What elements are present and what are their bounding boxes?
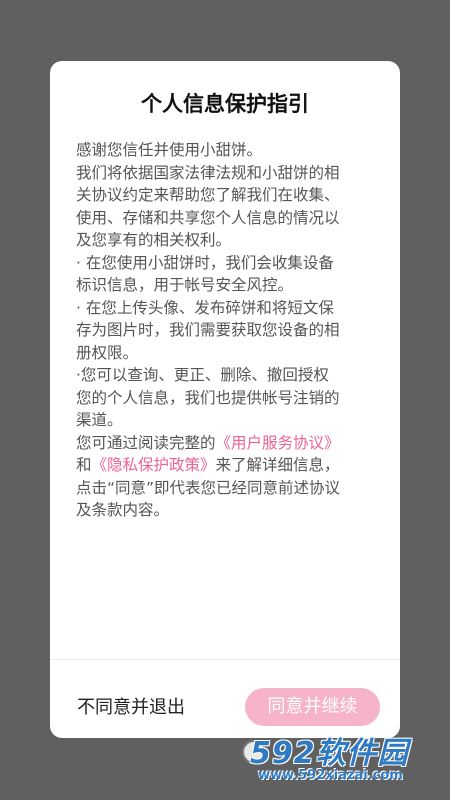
content-line: 标识信息，用于帐号安全风控。 bbox=[76, 276, 294, 294]
watermark-brand: 592软件园 bbox=[250, 736, 409, 771]
content-line: 渠道。 bbox=[76, 411, 123, 429]
link-line-1: 您可通过阅读完整的《用户服务协议》 bbox=[76, 432, 381, 455]
content-line: · 在您上传头像、发布碎饼和将短文保 bbox=[76, 298, 334, 317]
content-line: 您的个人信息，我们也提供帐号注销的 bbox=[76, 388, 340, 407]
link-line-2: 和《隐私保护政策》来了解详细信息， bbox=[76, 454, 381, 477]
footer-divider bbox=[50, 659, 400, 660]
watermark-url: www.592xiazai.com bbox=[258, 768, 403, 783]
content-line: ·您可以查询、更正、删除、撤回授权 bbox=[76, 366, 329, 384]
content-line: 册权限。 bbox=[76, 343, 139, 362]
disagree-exit-button[interactable]: 不同意并退出 bbox=[77, 693, 185, 719]
link-line-2-prefix: 和 bbox=[76, 456, 92, 474]
user-agreement-link[interactable]: 《用户服务协议》 bbox=[216, 434, 340, 452]
link-line-1-prefix: 您可通过阅读完整的 bbox=[76, 433, 216, 452]
privacy-guide-dialog: 个人信息保护指引 感谢您信任并使用小甜饼。 我们将依据国家法律法规和小甜饼的相 … bbox=[50, 61, 400, 738]
content-line: 感谢您信任并使用小甜饼。 bbox=[76, 141, 263, 159]
content-line: 我们将依据国家法律法规和小甜饼的相 bbox=[76, 163, 340, 182]
content-line: · 在您使用小甜饼时，我们会收集设备 bbox=[76, 253, 334, 272]
agree-continue-button[interactable]: 同意并继续 bbox=[245, 688, 380, 726]
content-line: 使用、存储和共享您个人信息的情况以 bbox=[76, 208, 340, 227]
dialog-content: 感谢您信任并使用小甜饼。 我们将依据国家法律法规和小甜饼的相 关协议约定来帮助您… bbox=[76, 139, 381, 522]
content-line: 点击“同意”即代表您已经同意前述协议 bbox=[76, 478, 341, 497]
privacy-policy-link[interactable]: 《隐私保护政策》 bbox=[92, 456, 216, 474]
content-line: 关协议约定来帮助您了解我们在收集、 bbox=[76, 186, 340, 204]
content-line: 存为图片时，我们需要获取您设备的相 bbox=[76, 321, 340, 339]
link-line-2-suffix: 来了解详细信息， bbox=[215, 456, 340, 474]
watermark: 592软件园 www.592xiazai.com bbox=[242, 728, 445, 788]
content-line: 及条款内容。 bbox=[76, 501, 170, 519]
dialog-title: 个人信息保护指引 bbox=[141, 92, 309, 116]
content-line: 及您享有的相关权利。 bbox=[76, 231, 232, 249]
